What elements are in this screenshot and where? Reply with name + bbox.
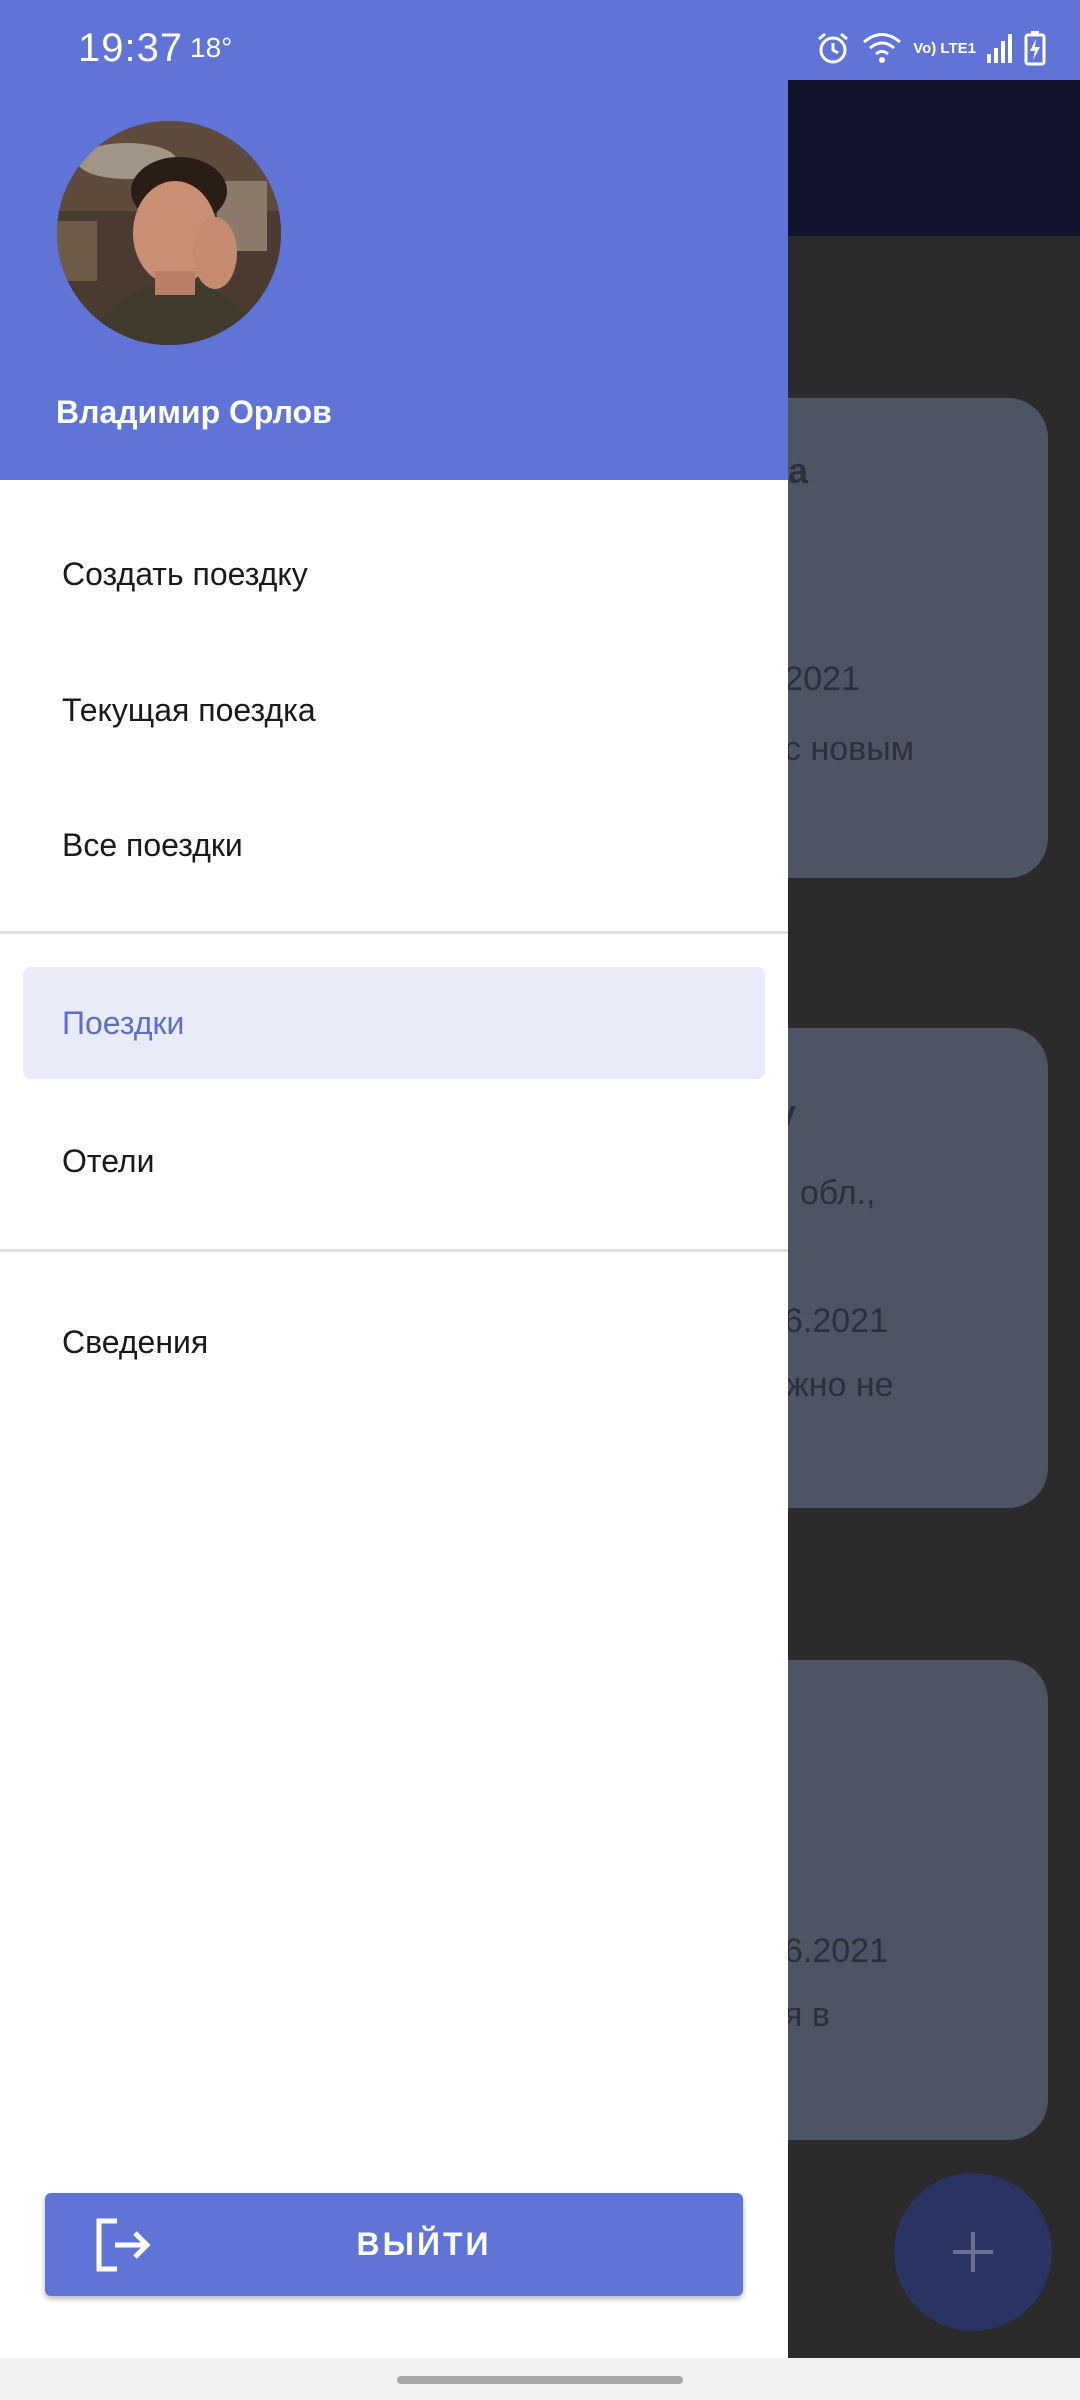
menu-divider — [0, 1249, 788, 1252]
status-temperature: 18° — [190, 32, 233, 63]
menu-item-hotels[interactable]: Отели — [62, 1143, 154, 1180]
card-title-fragment: у — [776, 1092, 1048, 1134]
home-gesture-handle[interactable] — [397, 2376, 683, 2384]
menu-item-all-trips[interactable]: Все поездки — [62, 827, 243, 864]
card-title-fragment: а — [788, 450, 809, 491]
logout-label: ВЫЙТИ — [356, 2226, 492, 2262]
plus-icon — [953, 2232, 993, 2272]
system-navigation-bar — [0, 2358, 1080, 2400]
screen: а 6.2021 с новым у я обл., 6.2021 жно не… — [0, 0, 1080, 2400]
card-date-fragment: 6.2021 — [784, 1302, 888, 1340]
avatar[interactable] — [57, 121, 281, 345]
status-bar: 19:37 18° Vo) LTE1 — [0, 0, 1080, 80]
card-text-fragment: я в — [784, 1996, 830, 2034]
add-trip-fab — [894, 2173, 1052, 2331]
navigation-drawer: Владимир Орлов Создать поездку Текущая п… — [0, 0, 788, 2358]
wifi-icon — [863, 33, 902, 63]
menu-item-info[interactable]: Сведения — [62, 1324, 208, 1361]
card-address-fragment: я обл., — [772, 1174, 876, 1212]
alarm-icon — [818, 32, 849, 64]
menu-item-current-trip[interactable]: Текущая поездка — [62, 692, 316, 729]
card-text-fragment: жно не — [786, 1366, 894, 1404]
logout-button[interactable]: ВЫЙТИ — [45, 2193, 743, 2296]
status-icons: Vo) LTE1 — [815, 26, 1046, 70]
menu-item-trips[interactable]: Поездки — [23, 967, 765, 1079]
user-name: Владимир Орлов — [56, 394, 332, 430]
status-time: 19:37 — [78, 26, 184, 70]
battery-charging-icon — [1024, 31, 1046, 66]
card-date-fragment: 6.2021 — [756, 660, 860, 698]
card-date-fragment: 6.2021 — [784, 1932, 888, 1970]
menu-item-trips-label: Поездки — [62, 1005, 185, 1041]
user-photo — [57, 121, 281, 345]
signal-icon — [987, 34, 1012, 63]
network-type-label: Vo) LTE1 — [913, 39, 976, 57]
menu-divider — [0, 931, 788, 934]
card-text-fragment: с новым — [784, 730, 915, 768]
menu-item-create-trip[interactable]: Создать поездку — [62, 556, 308, 593]
